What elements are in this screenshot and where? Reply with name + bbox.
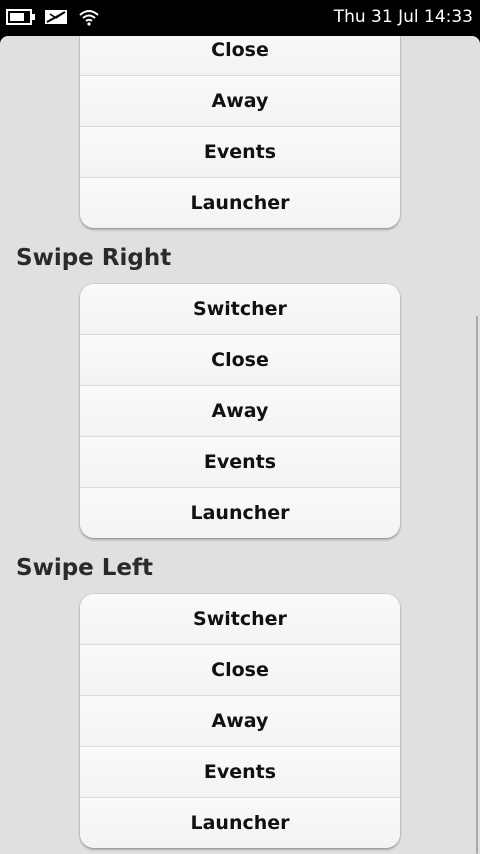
action-list-swipe-left: Switcher Close Away Events Launcher <box>80 594 400 848</box>
option-close[interactable]: Close <box>80 645 400 696</box>
option-events[interactable]: Events <box>80 437 400 488</box>
option-close[interactable]: Close <box>80 36 400 76</box>
option-away[interactable]: Away <box>80 76 400 127</box>
option-events[interactable]: Events <box>80 127 400 178</box>
option-close[interactable]: Close <box>80 335 400 386</box>
option-switcher[interactable]: Switcher <box>80 284 400 335</box>
status-icons <box>6 6 100 28</box>
wifi-icon <box>78 8 100 26</box>
option-launcher[interactable]: Launcher <box>80 178 400 228</box>
section-title-swipe-right: Swipe Right <box>16 245 172 271</box>
scrollbar[interactable] <box>476 316 478 854</box>
option-launcher[interactable]: Launcher <box>80 488 400 538</box>
option-switcher[interactable]: Switcher <box>80 594 400 645</box>
option-away[interactable]: Away <box>80 386 400 437</box>
option-launcher[interactable]: Launcher <box>80 798 400 848</box>
mail-sync-icon <box>44 8 70 26</box>
battery-icon <box>6 8 36 26</box>
status-bar: Thu 31 Jul 14:33 <box>0 0 480 36</box>
action-list-swipe-up: Close Away Events Launcher <box>80 36 400 228</box>
section-title-swipe-left: Swipe Left <box>16 555 154 581</box>
option-away[interactable]: Away <box>80 696 400 747</box>
action-list-swipe-right: Switcher Close Away Events Launcher <box>80 284 400 538</box>
status-clock: Thu 31 Jul 14:33 <box>333 7 473 27</box>
settings-sheet[interactable]: Close Away Events Launcher Swipe Right S… <box>0 36 480 854</box>
option-events[interactable]: Events <box>80 747 400 798</box>
